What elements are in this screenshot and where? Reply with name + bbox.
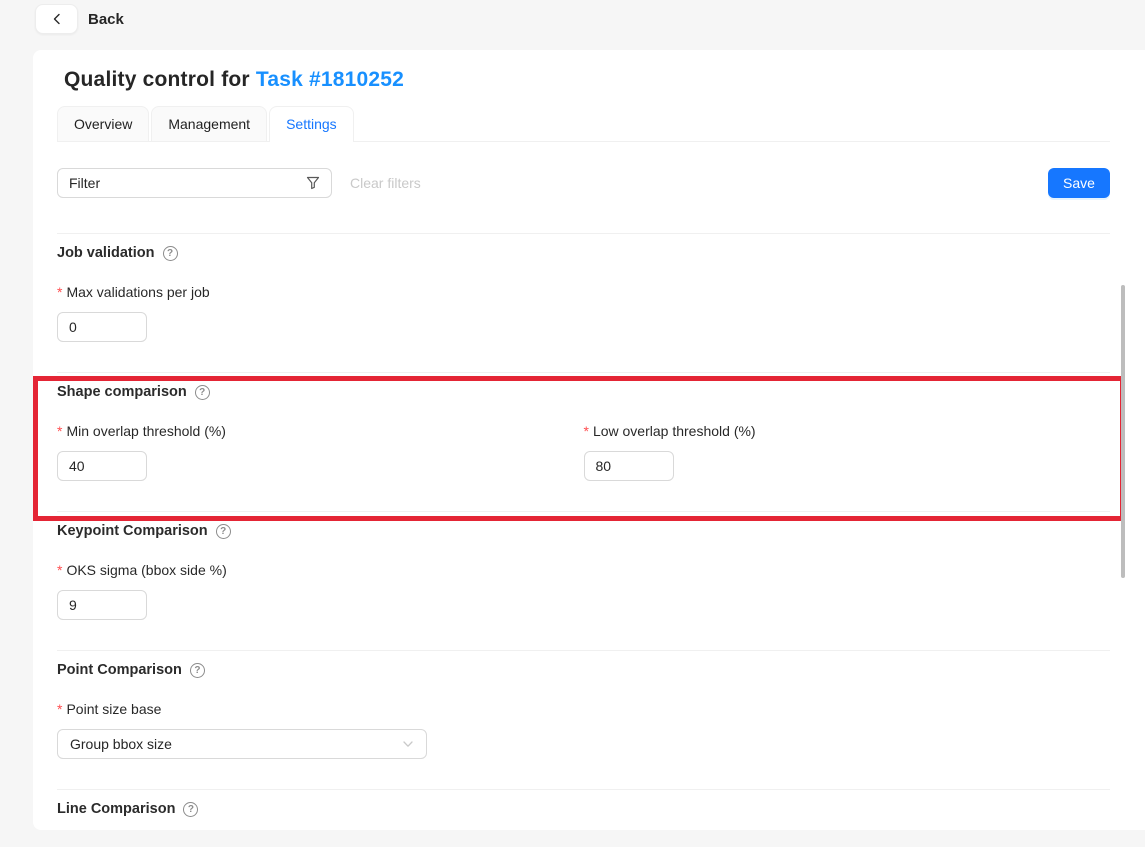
page-title-prefix: Quality control for <box>64 68 256 91</box>
section-header: Point Comparison ? <box>57 662 1110 678</box>
field-label: * Min overlap threshold (%) <box>57 423 584 439</box>
tab-settings[interactable]: Settings <box>269 106 354 142</box>
question-circle-icon[interactable]: ? <box>215 523 231 539</box>
required-asterisk: * <box>57 284 63 300</box>
section-line-comparison: Line Comparison ? <box>57 790 1110 847</box>
question-circle-icon[interactable]: ? <box>162 245 178 261</box>
question-circle-icon[interactable]: ? <box>183 801 199 817</box>
save-button[interactable]: Save <box>1048 168 1110 198</box>
field-row: *Min overlap threshold (%) *Low overlap … <box>57 400 1110 481</box>
question-circle-icon[interactable]: ? <box>194 384 210 400</box>
min-overlap-input[interactable] <box>57 451 147 481</box>
section-job-validation: Job validation ? * Max validations per jo… <box>57 234 1110 372</box>
field-column: * Min overlap threshold (%) <box>57 400 584 481</box>
chevron-down-icon <box>402 738 414 750</box>
section-header: Shape comparison ? <box>57 384 1110 400</box>
field-label-text: Max validations per job <box>66 284 210 300</box>
section-shape-comparison: Shape comparison ? * Min overlap threshol… <box>57 373 1110 511</box>
section-keypoint-comparison: Keypoint Comparison ? * OKS sigma (bbox s… <box>57 512 1110 650</box>
topbar: Back <box>0 0 1145 50</box>
tab-overview[interactable]: Overview <box>57 106 150 141</box>
back-chevron-icon <box>51 13 63 25</box>
low-overlap-input[interactable] <box>583 451 674 481</box>
section-title: Point Comparison <box>57 662 182 678</box>
field-label-text: Point size base <box>66 701 162 717</box>
section-title: Keypoint Comparison <box>57 523 208 539</box>
back-button[interactable] <box>35 4 78 34</box>
oks-sigma-input[interactable] <box>57 590 147 620</box>
select-value: Group bbox size <box>70 736 172 752</box>
question-circle-icon[interactable]: ? <box>189 662 205 678</box>
section-header: Line Comparison ? <box>57 801 1110 817</box>
field-column: * Low overlap threshold (%) <box>583 400 1111 481</box>
back-label: Back <box>88 11 124 28</box>
field-label: * Point size base <box>57 701 1110 717</box>
section-title: Line Comparison <box>57 801 176 817</box>
field-label: * Max validations per job <box>57 284 1110 300</box>
point-size-base-select[interactable]: Group bbox size <box>57 729 427 759</box>
section-title: Job validation <box>57 245 155 261</box>
required-asterisk: * <box>57 423 63 439</box>
filter-input-label: Filter <box>69 175 101 191</box>
clear-filters-button[interactable]: Clear filters <box>350 175 421 191</box>
page-title: Quality control for Task #1810252 <box>64 68 1110 92</box>
tab-bar: Overview Management Settings <box>57 106 1110 142</box>
filter-toolbar: Filter Clear filters Save <box>57 168 1110 198</box>
required-asterisk: * <box>583 423 589 439</box>
vertical-scrollbar-thumb[interactable] <box>1121 285 1125 578</box>
section-header: Keypoint Comparison ? <box>57 523 1110 539</box>
required-asterisk: * <box>57 701 63 717</box>
max-validations-input[interactable] <box>57 312 147 342</box>
quality-control-card: Quality control for Task #1810252 Overvi… <box>33 50 1145 830</box>
required-asterisk: * <box>57 562 63 578</box>
task-link[interactable]: Task #1810252 <box>256 68 404 91</box>
field-label-text: OKS sigma (bbox side %) <box>66 562 227 578</box>
section-point-comparison: Point Comparison ? * Point size base Grou… <box>57 651 1110 789</box>
tab-management[interactable]: Management <box>151 106 268 141</box>
field-label: * OKS sigma (bbox side %) <box>57 562 1110 578</box>
field-label-text: Low overlap threshold (%) <box>592 423 756 439</box>
field-label: * Low overlap threshold (%) <box>584 423 1111 439</box>
filter-funnel-icon <box>306 176 320 190</box>
section-title: Shape comparison <box>57 384 187 400</box>
section-header: Job validation ? <box>57 245 1110 261</box>
field-label-text: Min overlap threshold (%) <box>66 423 226 439</box>
filter-input[interactable]: Filter <box>57 168 332 198</box>
